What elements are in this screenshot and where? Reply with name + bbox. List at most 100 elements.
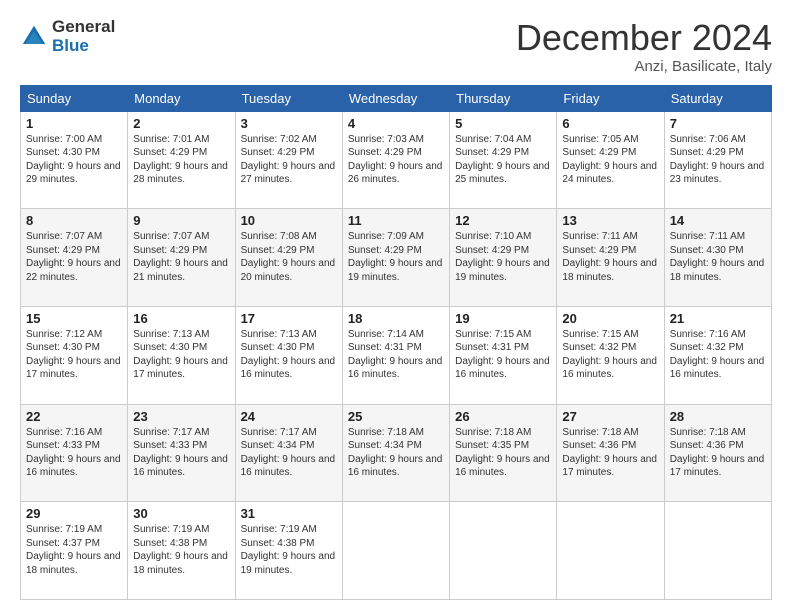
day-cell-26: 26 Sunrise: 7:18 AM Sunset: 4:35 PM Dayl… (450, 404, 557, 502)
day-number: 27 (562, 409, 658, 424)
day-info: Sunrise: 7:15 AM Sunset: 4:31 PM Dayligh… (455, 328, 551, 382)
day-number: 21 (670, 311, 766, 326)
day-info: Sunrise: 7:14 AM Sunset: 4:31 PM Dayligh… (348, 328, 444, 382)
day-cell-30: 30 Sunrise: 7:19 AM Sunset: 4:38 PM Dayl… (128, 502, 235, 600)
day-info: Sunrise: 7:02 AM Sunset: 4:29 PM Dayligh… (241, 133, 337, 187)
calendar-week-row: 22 Sunrise: 7:16 AM Sunset: 4:33 PM Dayl… (21, 404, 772, 502)
day-number: 17 (241, 311, 337, 326)
col-saturday: Saturday (664, 85, 771, 111)
day-number: 16 (133, 311, 229, 326)
day-info: Sunrise: 7:12 AM Sunset: 4:30 PM Dayligh… (26, 328, 122, 382)
day-info: Sunrise: 7:07 AM Sunset: 4:29 PM Dayligh… (133, 230, 229, 284)
calendar-table: Sunday Monday Tuesday Wednesday Thursday… (20, 85, 772, 600)
col-sunday: Sunday (21, 85, 128, 111)
day-info: Sunrise: 7:13 AM Sunset: 4:30 PM Dayligh… (133, 328, 229, 382)
day-info: Sunrise: 7:19 AM Sunset: 4:38 PM Dayligh… (133, 523, 229, 577)
day-cell-15: 15 Sunrise: 7:12 AM Sunset: 4:30 PM Dayl… (21, 306, 128, 404)
logo-blue: Blue (52, 37, 115, 56)
day-cell-20: 20 Sunrise: 7:15 AM Sunset: 4:32 PM Dayl… (557, 306, 664, 404)
day-number: 6 (562, 116, 658, 131)
day-number: 29 (26, 506, 122, 521)
day-cell-12: 12 Sunrise: 7:10 AM Sunset: 4:29 PM Dayl… (450, 209, 557, 307)
day-info: Sunrise: 7:05 AM Sunset: 4:29 PM Dayligh… (562, 133, 658, 187)
day-cell-5: 5 Sunrise: 7:04 AM Sunset: 4:29 PM Dayli… (450, 111, 557, 209)
day-info: Sunrise: 7:00 AM Sunset: 4:30 PM Dayligh… (26, 133, 122, 187)
day-info: Sunrise: 7:06 AM Sunset: 4:29 PM Dayligh… (670, 133, 766, 187)
day-cell-4: 4 Sunrise: 7:03 AM Sunset: 4:29 PM Dayli… (342, 111, 449, 209)
day-cell-8: 8 Sunrise: 7:07 AM Sunset: 4:29 PM Dayli… (21, 209, 128, 307)
logo-general: General (52, 18, 115, 37)
day-number: 31 (241, 506, 337, 521)
col-wednesday: Wednesday (342, 85, 449, 111)
day-number: 3 (241, 116, 337, 131)
col-monday: Monday (128, 85, 235, 111)
calendar-week-row: 8 Sunrise: 7:07 AM Sunset: 4:29 PM Dayli… (21, 209, 772, 307)
empty-cell (557, 502, 664, 600)
day-info: Sunrise: 7:08 AM Sunset: 4:29 PM Dayligh… (241, 230, 337, 284)
day-cell-3: 3 Sunrise: 7:02 AM Sunset: 4:29 PM Dayli… (235, 111, 342, 209)
empty-cell (342, 502, 449, 600)
day-cell-2: 2 Sunrise: 7:01 AM Sunset: 4:29 PM Dayli… (128, 111, 235, 209)
page: General Blue December 2024 Anzi, Basilic… (0, 0, 792, 612)
day-cell-1: 1 Sunrise: 7:00 AM Sunset: 4:30 PM Dayli… (21, 111, 128, 209)
day-cell-21: 21 Sunrise: 7:16 AM Sunset: 4:32 PM Dayl… (664, 306, 771, 404)
day-cell-29: 29 Sunrise: 7:19 AM Sunset: 4:37 PM Dayl… (21, 502, 128, 600)
day-number: 9 (133, 213, 229, 228)
day-info: Sunrise: 7:13 AM Sunset: 4:30 PM Dayligh… (241, 328, 337, 382)
day-cell-19: 19 Sunrise: 7:15 AM Sunset: 4:31 PM Dayl… (450, 306, 557, 404)
empty-cell (664, 502, 771, 600)
day-info: Sunrise: 7:18 AM Sunset: 4:34 PM Dayligh… (348, 426, 444, 480)
day-number: 12 (455, 213, 551, 228)
day-info: Sunrise: 7:17 AM Sunset: 4:34 PM Dayligh… (241, 426, 337, 480)
day-cell-27: 27 Sunrise: 7:18 AM Sunset: 4:36 PM Dayl… (557, 404, 664, 502)
day-cell-18: 18 Sunrise: 7:14 AM Sunset: 4:31 PM Dayl… (342, 306, 449, 404)
day-info: Sunrise: 7:15 AM Sunset: 4:32 PM Dayligh… (562, 328, 658, 382)
day-number: 30 (133, 506, 229, 521)
day-info: Sunrise: 7:17 AM Sunset: 4:33 PM Dayligh… (133, 426, 229, 480)
day-cell-6: 6 Sunrise: 7:05 AM Sunset: 4:29 PM Dayli… (557, 111, 664, 209)
col-friday: Friday (557, 85, 664, 111)
col-thursday: Thursday (450, 85, 557, 111)
day-number: 11 (348, 213, 444, 228)
weekday-header-row: Sunday Monday Tuesday Wednesday Thursday… (21, 85, 772, 111)
day-info: Sunrise: 7:11 AM Sunset: 4:30 PM Dayligh… (670, 230, 766, 284)
title-block: December 2024 Anzi, Basilicate, Italy (516, 18, 772, 75)
day-number: 5 (455, 116, 551, 131)
day-number: 24 (241, 409, 337, 424)
day-info: Sunrise: 7:18 AM Sunset: 4:36 PM Dayligh… (562, 426, 658, 480)
day-number: 26 (455, 409, 551, 424)
day-cell-17: 17 Sunrise: 7:13 AM Sunset: 4:30 PM Dayl… (235, 306, 342, 404)
header: General Blue December 2024 Anzi, Basilic… (20, 18, 772, 75)
day-cell-28: 28 Sunrise: 7:18 AM Sunset: 4:36 PM Dayl… (664, 404, 771, 502)
day-number: 1 (26, 116, 122, 131)
day-number: 4 (348, 116, 444, 131)
day-number: 7 (670, 116, 766, 131)
day-info: Sunrise: 7:03 AM Sunset: 4:29 PM Dayligh… (348, 133, 444, 187)
day-cell-23: 23 Sunrise: 7:17 AM Sunset: 4:33 PM Dayl… (128, 404, 235, 502)
day-info: Sunrise: 7:19 AM Sunset: 4:37 PM Dayligh… (26, 523, 122, 577)
day-info: Sunrise: 7:09 AM Sunset: 4:29 PM Dayligh… (348, 230, 444, 284)
day-number: 2 (133, 116, 229, 131)
day-number: 23 (133, 409, 229, 424)
day-number: 25 (348, 409, 444, 424)
day-number: 18 (348, 311, 444, 326)
empty-cell (450, 502, 557, 600)
calendar-week-row: 1 Sunrise: 7:00 AM Sunset: 4:30 PM Dayli… (21, 111, 772, 209)
day-info: Sunrise: 7:18 AM Sunset: 4:35 PM Dayligh… (455, 426, 551, 480)
calendar-week-row: 15 Sunrise: 7:12 AM Sunset: 4:30 PM Dayl… (21, 306, 772, 404)
day-cell-22: 22 Sunrise: 7:16 AM Sunset: 4:33 PM Dayl… (21, 404, 128, 502)
day-number: 13 (562, 213, 658, 228)
col-tuesday: Tuesday (235, 85, 342, 111)
day-cell-9: 9 Sunrise: 7:07 AM Sunset: 4:29 PM Dayli… (128, 209, 235, 307)
day-cell-31: 31 Sunrise: 7:19 AM Sunset: 4:38 PM Dayl… (235, 502, 342, 600)
logo-text: General Blue (52, 18, 115, 55)
day-number: 28 (670, 409, 766, 424)
day-cell-10: 10 Sunrise: 7:08 AM Sunset: 4:29 PM Dayl… (235, 209, 342, 307)
day-info: Sunrise: 7:04 AM Sunset: 4:29 PM Dayligh… (455, 133, 551, 187)
day-number: 22 (26, 409, 122, 424)
logo: General Blue (20, 18, 115, 55)
day-cell-13: 13 Sunrise: 7:11 AM Sunset: 4:29 PM Dayl… (557, 209, 664, 307)
day-info: Sunrise: 7:07 AM Sunset: 4:29 PM Dayligh… (26, 230, 122, 284)
calendar-week-row: 29 Sunrise: 7:19 AM Sunset: 4:37 PM Dayl… (21, 502, 772, 600)
day-number: 8 (26, 213, 122, 228)
